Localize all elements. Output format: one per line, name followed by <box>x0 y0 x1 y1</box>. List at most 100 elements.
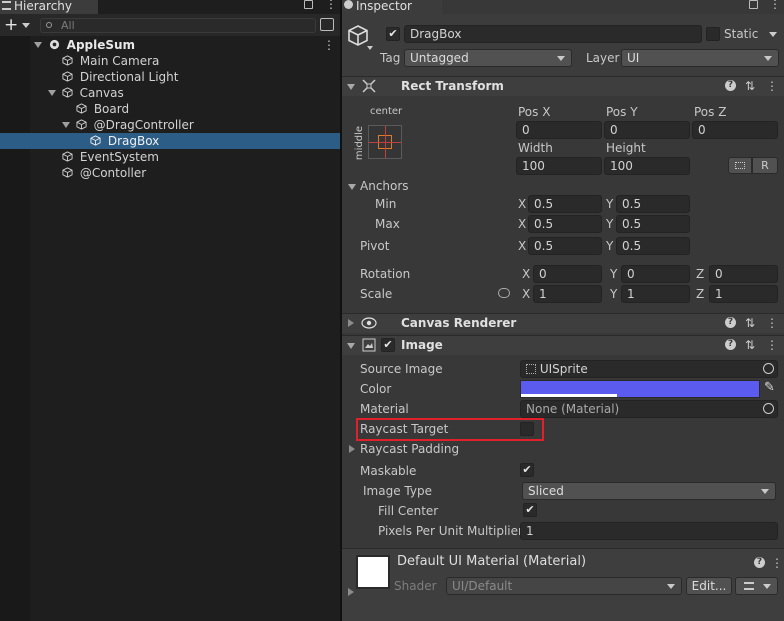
anchors-fold-icon[interactable] <box>348 184 356 190</box>
raw-edit-button[interactable]: R <box>752 157 778 174</box>
anchor-h-label: center <box>370 106 403 117</box>
item-label: @Contoller <box>79 166 147 180</box>
constrain-proportions-icon[interactable] <box>498 288 510 298</box>
layer-dropdown[interactable]: UI <box>621 49 779 67</box>
pos-y-field[interactable]: 0 <box>604 121 690 139</box>
chevron-down-icon <box>763 584 771 589</box>
hierarchy-menu-icon[interactable]: ⋮ <box>325 0 337 10</box>
maskable-checkbox[interactable]: ✔ <box>520 463 534 477</box>
lock-icon[interactable] <box>749 0 758 9</box>
gameobject-icon[interactable] <box>346 24 370 48</box>
component-menu-icon[interactable]: ⋮ <box>766 336 778 354</box>
ppu-multiplier-field[interactable]: 1 <box>520 522 778 540</box>
inspector-menu-icon[interactable]: ⋮ <box>769 0 781 10</box>
scale-x-field[interactable]: 1 <box>533 285 602 303</box>
tag-dropdown[interactable]: Untagged <box>404 49 572 67</box>
scene-menu-icon[interactable]: ⋮ <box>323 37 335 53</box>
rotation-x-field[interactable]: 0 <box>533 265 602 283</box>
shader-options-button[interactable] <box>735 577 778 595</box>
fill-center-label: Fill Center <box>378 504 439 518</box>
scale-y-axis-label: Y <box>610 287 618 301</box>
chevron-down-icon[interactable] <box>769 32 777 37</box>
highlight-box <box>356 418 544 441</box>
static-checkbox[interactable] <box>706 27 720 41</box>
edit-shader-button[interactable]: Edit... <box>686 577 732 595</box>
eyedropper-icon[interactable]: ✎ <box>764 380 775 396</box>
pos-z-field[interactable]: 0 <box>692 121 778 139</box>
source-image-label: Source Image <box>360 362 443 376</box>
pivot-y-field[interactable]: 0.5 <box>616 237 690 255</box>
search-options-icon[interactable] <box>320 18 334 31</box>
object-picker-icon[interactable] <box>763 403 774 414</box>
list-item[interactable]: EventSystem <box>62 149 159 165</box>
color-swatch[interactable] <box>520 380 760 398</box>
pivot-y-axis-label: Y <box>606 239 614 253</box>
list-item[interactable]: @DragController <box>62 117 194 133</box>
active-checkbox[interactable]: ✔ <box>386 27 400 41</box>
anchor-presets-button[interactable] <box>368 125 402 159</box>
pivot-x-axis-label: X <box>518 239 527 253</box>
scale-z-field[interactable]: 1 <box>709 285 778 303</box>
component-menu-icon[interactable]: ⋮ <box>766 77 778 95</box>
tab-inspector[interactable]: Inspector <box>342 0 442 14</box>
shader-label: Shader <box>394 579 437 593</box>
presets-icon[interactable]: ⇅ <box>745 314 755 332</box>
image-type-label: Image Type <box>363 484 432 498</box>
material-field[interactable]: None (Material) <box>520 400 778 418</box>
list-item[interactable]: Canvas <box>48 85 124 101</box>
anchor-min-x-field[interactable]: 0.5 <box>528 195 602 213</box>
anchor-min-y-field[interactable]: 0.5 <box>616 195 690 213</box>
rotation-z-field[interactable]: 0 <box>709 265 778 283</box>
hierarchy-search-input[interactable]: All <box>40 18 316 33</box>
maskable-label: Maskable <box>360 464 417 478</box>
help-icon[interactable]: ? <box>725 317 736 328</box>
scale-y-field[interactable]: 1 <box>621 285 690 303</box>
pivot-x-field[interactable]: 0.5 <box>528 237 602 255</box>
presets-icon[interactable]: ⇅ <box>745 77 755 95</box>
list-item-selected[interactable]: DragBox <box>90 133 159 149</box>
fold-arrow-icon[interactable] <box>348 588 354 596</box>
anchor-max-x-field[interactable]: 0.5 <box>528 215 602 233</box>
scale-x-axis-label: X <box>522 287 531 301</box>
fold-arrow-icon[interactable] <box>347 343 355 349</box>
shader-dropdown[interactable]: UI/Default <box>446 577 682 595</box>
image-type-dropdown[interactable]: Sliced <box>522 482 776 500</box>
image-icon <box>362 338 376 352</box>
pos-x-field[interactable]: 0 <box>516 121 602 139</box>
fill-center-checkbox[interactable]: ✔ <box>523 503 537 517</box>
blueprint-mode-button[interactable] <box>728 157 752 174</box>
material-menu-icon[interactable]: ⋮ <box>771 554 783 572</box>
tab-hierarchy[interactable]: Hierarchy <box>0 0 98 14</box>
image-enabled-checkbox[interactable]: ✔ <box>381 338 395 352</box>
list-item[interactable]: AppleSum <box>34 37 135 53</box>
item-label: EventSystem <box>79 150 159 164</box>
help-icon[interactable]: ? <box>725 80 736 91</box>
max-y-axis-label: Y <box>606 217 614 231</box>
item-label: Main Camera <box>79 54 160 68</box>
rotation-y-field[interactable]: 0 <box>621 265 690 283</box>
object-picker-icon[interactable] <box>763 363 774 374</box>
help-icon[interactable]: ? <box>725 339 736 350</box>
sprite-icon <box>526 364 536 374</box>
list-item[interactable]: Directional Light <box>62 69 179 85</box>
anchor-max-y-field[interactable]: 0.5 <box>616 215 690 233</box>
add-button[interactable]: + <box>4 14 34 36</box>
chevron-down-icon <box>22 23 30 28</box>
fold-arrow-icon[interactable] <box>347 84 355 90</box>
component-menu-icon[interactable]: ⋮ <box>766 314 778 332</box>
list-item[interactable]: Main Camera <box>62 53 159 69</box>
anchors-label: Anchors <box>360 179 409 193</box>
height-field[interactable]: 100 <box>604 157 690 175</box>
help-icon[interactable]: ? <box>754 557 765 568</box>
fold-arrow-icon[interactable] <box>348 319 354 327</box>
hierarchy-gutter <box>0 36 30 621</box>
raycast-padding-fold-icon[interactable] <box>349 445 355 453</box>
source-image-field[interactable]: UISprite <box>520 360 778 378</box>
static-label: Static <box>724 27 759 41</box>
list-item[interactable]: Board <box>76 101 129 117</box>
object-name-field[interactable]: DragBox <box>404 25 702 43</box>
list-item[interactable]: @Contoller <box>62 165 146 181</box>
lock-icon[interactable] <box>304 0 313 9</box>
presets-icon[interactable]: ⇅ <box>745 336 755 354</box>
width-field[interactable]: 100 <box>516 157 602 175</box>
